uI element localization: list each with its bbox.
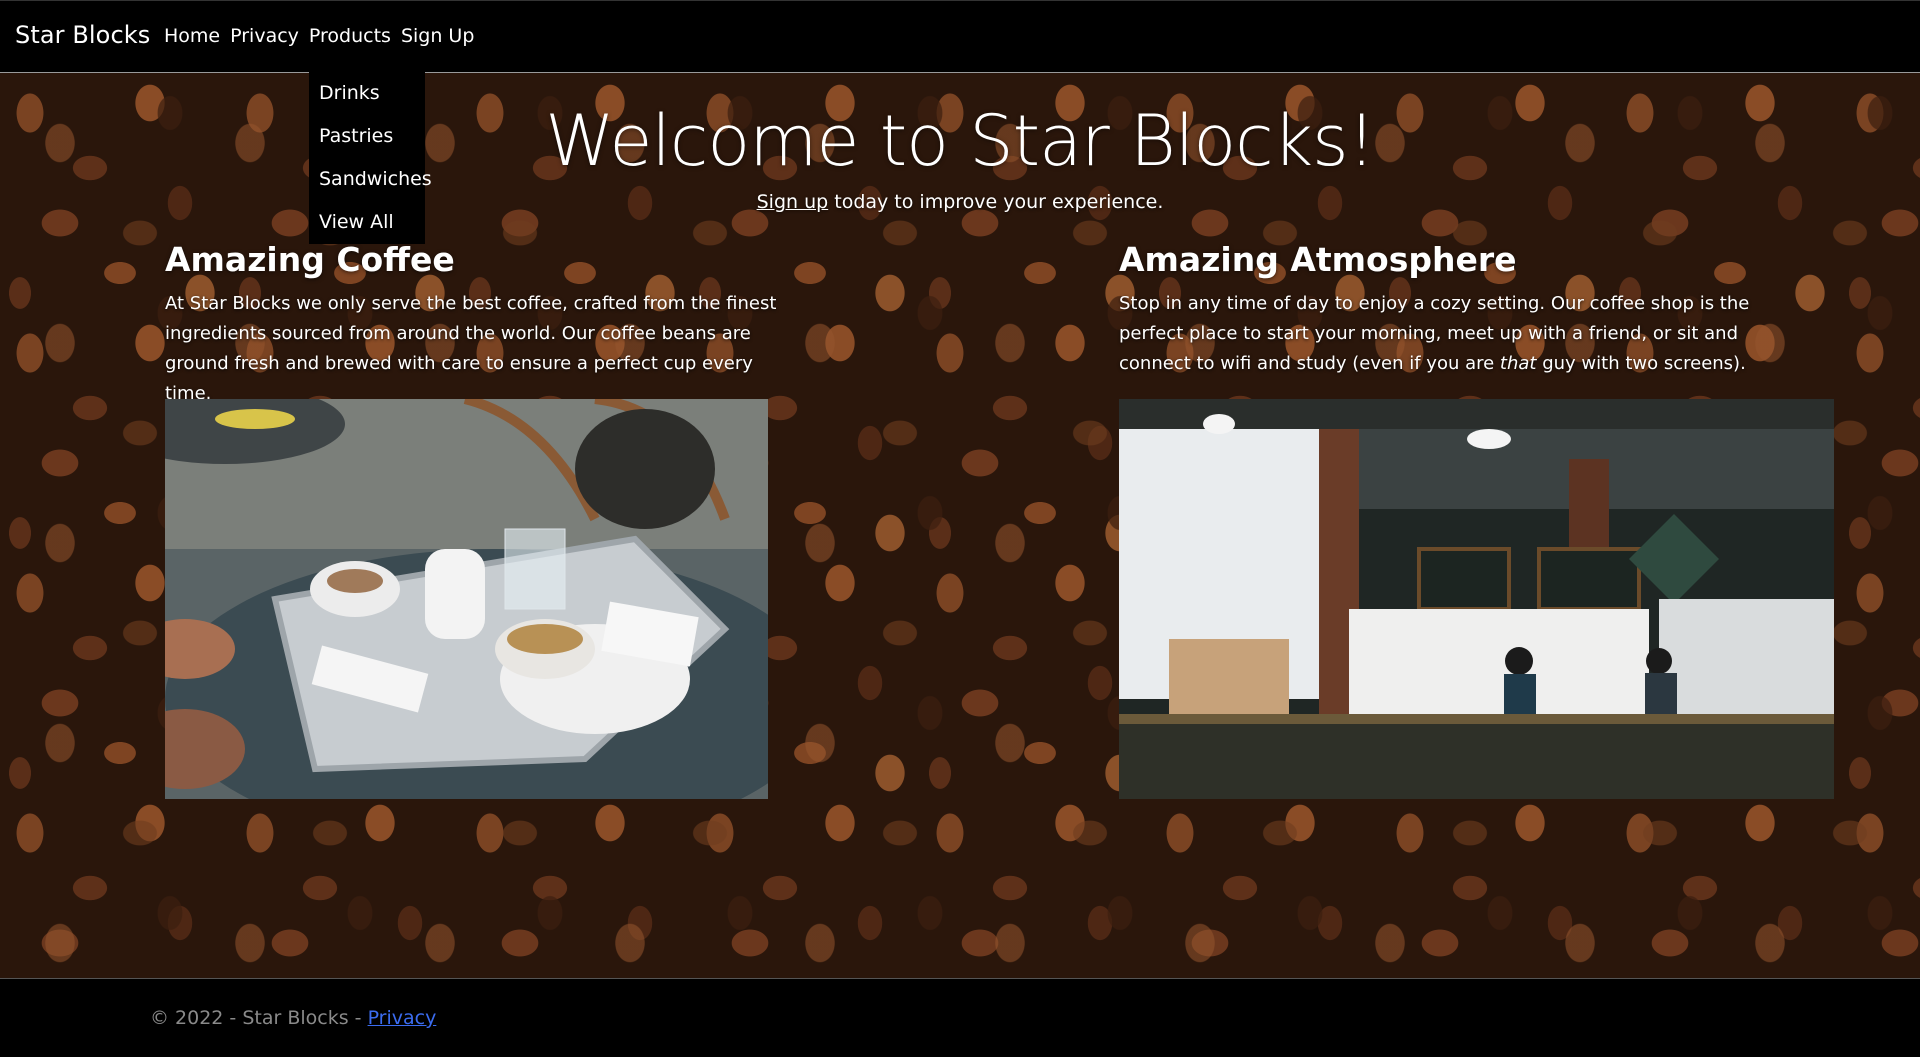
- nav-links: Home Privacy Products Sign Up: [164, 25, 484, 47]
- sign-up-link[interactable]: Sign up: [757, 191, 829, 213]
- nav-home[interactable]: Home: [164, 25, 220, 47]
- nav-sign-up[interactable]: Sign Up: [401, 25, 474, 47]
- coffee-tray-image: [165, 399, 768, 799]
- nav-products[interactable]: Products: [309, 25, 391, 47]
- dropdown-item-view-all[interactable]: View All: [309, 201, 425, 244]
- hero-subtitle-text: today to improve your experience.: [828, 191, 1164, 213]
- page-title: Welcome to Star Blocks!: [545, 100, 1375, 182]
- feature-atmosphere-text: Stop in any time of day to enjoy a cozy …: [1119, 289, 1759, 379]
- footer-privacy-link[interactable]: Privacy: [368, 1007, 437, 1029]
- page-footer: © 2022 - Star Blocks - Privacy: [0, 978, 1920, 1057]
- footer-text: © 2022 - Star Blocks - Privacy: [150, 1007, 436, 1029]
- products-dropdown-menu: Drinks Pastries Sandwiches View All: [309, 72, 432, 244]
- feature-coffee-text: At Star Blocks we only serve the best co…: [165, 293, 777, 404]
- hero-section: Welcome to Star Blocks! Sign up today to…: [0, 73, 1920, 978]
- feature-atmosphere: Amazing Atmosphere Stop in any time of d…: [1119, 240, 1759, 379]
- feature-coffee: Amazing Coffee At Star Blocks we only se…: [165, 240, 805, 409]
- brand-link[interactable]: Star Blocks: [15, 21, 150, 49]
- atmosphere-text-after: guy with two screens).: [1536, 353, 1746, 374]
- dropdown-item-pastries[interactable]: Pastries: [309, 115, 425, 158]
- top-navbar: Star Blocks Home Privacy Products Sign U…: [0, 0, 1920, 73]
- footer-copyright: © 2022 - Star Blocks -: [150, 1007, 368, 1029]
- coffee-shop-interior-image: [1119, 399, 1834, 799]
- feature-coffee-heading: Amazing Coffee: [165, 240, 455, 279]
- dropdown-item-sandwiches[interactable]: Sandwiches: [309, 158, 432, 201]
- dropdown-item-drinks[interactable]: Drinks: [309, 72, 425, 115]
- feature-atmosphere-heading: Amazing Atmosphere: [1119, 240, 1517, 279]
- atmosphere-text-italic: that: [1499, 353, 1537, 374]
- nav-privacy[interactable]: Privacy: [230, 25, 299, 47]
- hero-subtitle: Sign up today to improve your experience…: [0, 191, 1920, 213]
